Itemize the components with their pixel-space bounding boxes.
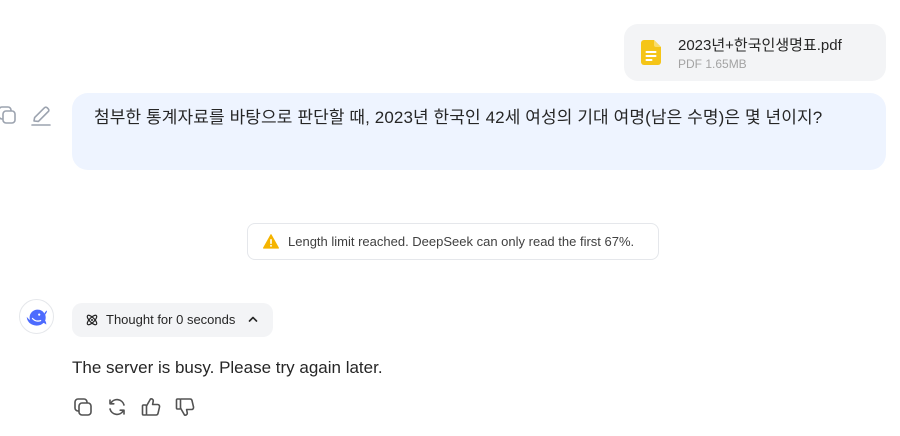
thought-toggle-button[interactable]: Thought for 0 seconds xyxy=(72,303,273,337)
thought-label: Thought for 0 seconds xyxy=(106,312,236,327)
thumbs-up-icon[interactable] xyxy=(140,396,162,418)
user-message-text: 첨부한 통계자료를 바탕으로 판단할 때, 2023년 한국인 42세 여성의 … xyxy=(94,108,823,127)
warning-icon xyxy=(263,234,279,249)
length-limit-text: Length limit reached. DeepSeek can only … xyxy=(288,234,635,249)
attachment-card[interactable]: 2023년+한국인생명표.pdf PDF 1.65MB xyxy=(624,24,886,81)
user-message-bubble: 첨부한 통계자료를 바탕으로 판단할 때, 2023년 한국인 42세 여성의 … xyxy=(72,93,886,170)
thumbs-down-icon[interactable] xyxy=(174,396,196,418)
chat-page: 2023년+한국인생명표.pdf PDF 1.65MB 첨부한 통계자료를 바탕… xyxy=(0,0,900,436)
copy-icon[interactable] xyxy=(0,104,20,128)
assistant-reply-text: The server is busy. Please try again lat… xyxy=(72,358,383,377)
length-limit-notice: Length limit reached. DeepSeek can only … xyxy=(247,223,659,260)
assistant-avatar xyxy=(19,299,54,334)
regenerate-icon[interactable] xyxy=(106,396,128,418)
reasoning-icon xyxy=(86,314,98,326)
attachment-file-name: 2023년+한국인생명표.pdf xyxy=(678,37,842,54)
assistant-reply-actions xyxy=(72,396,202,418)
deepseek-logo-icon xyxy=(26,309,47,326)
attachment-file-meta: PDF 1.65MB xyxy=(678,57,747,71)
edit-icon[interactable] xyxy=(29,104,53,128)
document-icon xyxy=(641,40,661,65)
chevron-up-icon xyxy=(248,316,258,322)
user-message-actions xyxy=(0,104,60,128)
copy-icon[interactable] xyxy=(72,396,94,418)
